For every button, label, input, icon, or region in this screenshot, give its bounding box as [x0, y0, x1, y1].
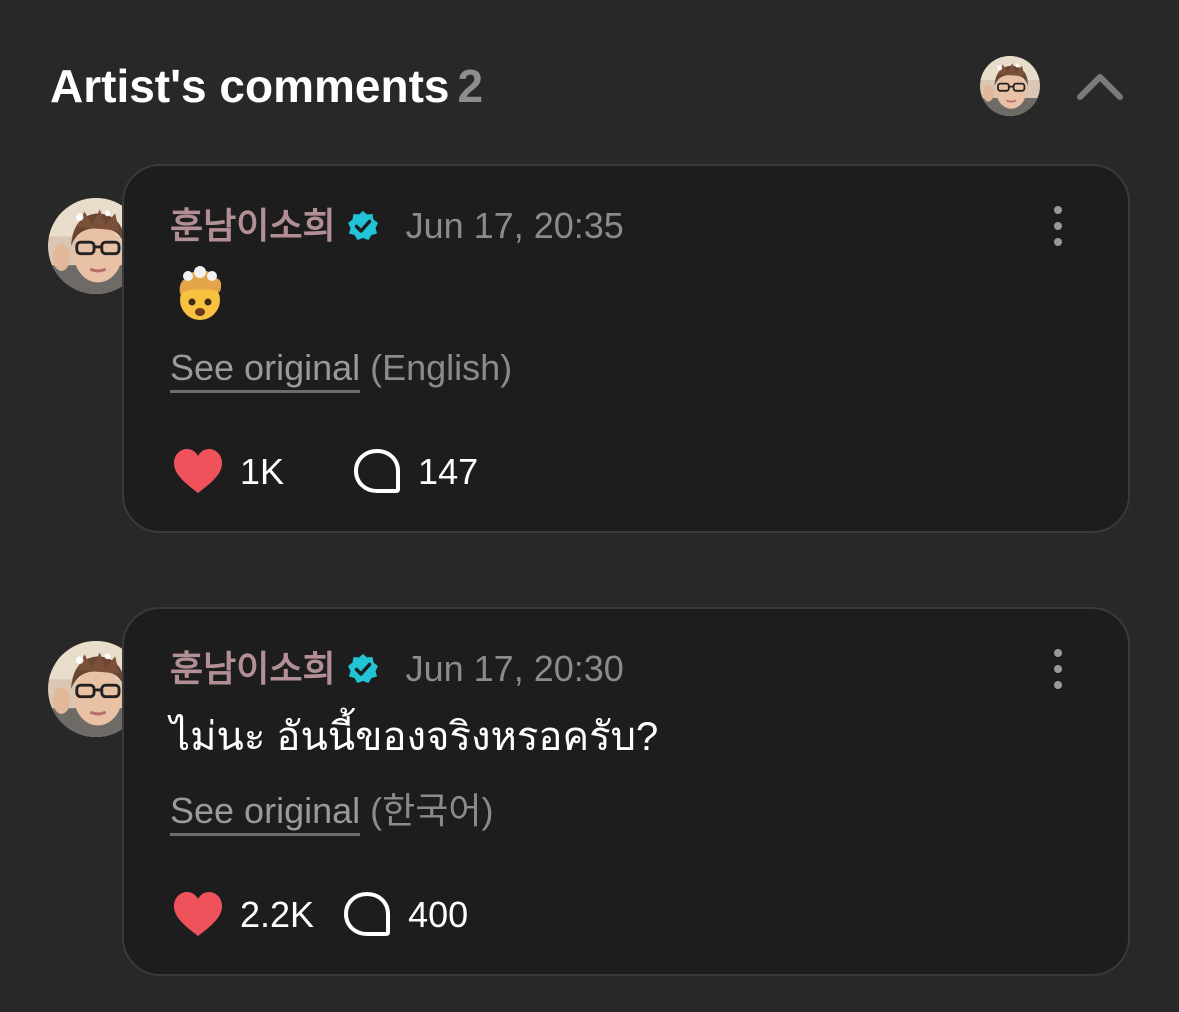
- comment-timestamp: Jun 17, 20:30: [405, 648, 624, 689]
- reply-count: 147: [418, 451, 479, 492]
- comment-timestamp: Jun 17, 20:35: [405, 205, 624, 246]
- like-count: 1K: [240, 451, 285, 492]
- reply-count: 400: [408, 894, 469, 935]
- comment-meta: 훈남이소희 Jun 17, 20:30: [170, 647, 624, 691]
- comment-bubble-icon: [344, 892, 391, 936]
- more-vertical-icon: [1054, 649, 1062, 657]
- comment-username[interactable]: 훈남이소희: [170, 647, 336, 691]
- chevron-up-icon: [1077, 74, 1123, 100]
- comment-card: 훈남이소희 Jun 17, 20:30 ไม่นะ อันนี้ของจริงห…: [122, 607, 1130, 976]
- more-options-button[interactable]: [1046, 649, 1070, 689]
- comment-count: 2: [457, 60, 484, 112]
- reply-button[interactable]: 147: [352, 447, 478, 497]
- see-original-link[interactable]: See original: [170, 790, 361, 836]
- exploding-head-emoji: [179, 266, 222, 320]
- translation-row: See original (한국어): [170, 789, 494, 836]
- comment-username[interactable]: 훈남이소희: [170, 204, 336, 248]
- like-button[interactable]: 1K: [172, 447, 284, 497]
- more-options-button[interactable]: [1046, 206, 1070, 246]
- section-title-label: Artist's comments: [50, 60, 450, 112]
- comment-card: 훈남이소희 Jun 17, 20:35 See original (English…: [122, 164, 1130, 533]
- like-count: 2.2K: [240, 894, 315, 935]
- translation-row: See original (English): [170, 346, 513, 393]
- comment-actions: 1K 147: [172, 444, 478, 500]
- comment-bubble-icon: [354, 449, 401, 493]
- like-button[interactable]: 2.2K: [172, 890, 314, 940]
- original-language: (English): [370, 347, 513, 388]
- artist-avatar[interactable]: [980, 56, 1040, 116]
- section-header: Artist's comments 2: [50, 58, 1129, 118]
- see-original-link[interactable]: See original: [170, 347, 361, 393]
- collapse-button[interactable]: [1072, 58, 1128, 114]
- comment-meta: 훈남이소희 Jun 17, 20:35: [170, 204, 624, 248]
- reply-button[interactable]: 400: [342, 890, 468, 940]
- comment-actions: 2.2K 400: [172, 887, 468, 943]
- heart-icon: [174, 449, 222, 493]
- original-language: (한국어): [370, 790, 494, 831]
- verified-badge-icon: [346, 209, 380, 243]
- comment-body: ไม่นะ อันนี้ของจริงหรอครับ?: [170, 715, 659, 759]
- verified-badge-icon: [346, 652, 380, 686]
- heart-icon: [174, 892, 222, 936]
- section-title: Artist's comments 2: [50, 58, 483, 114]
- more-vertical-icon: [1054, 206, 1062, 214]
